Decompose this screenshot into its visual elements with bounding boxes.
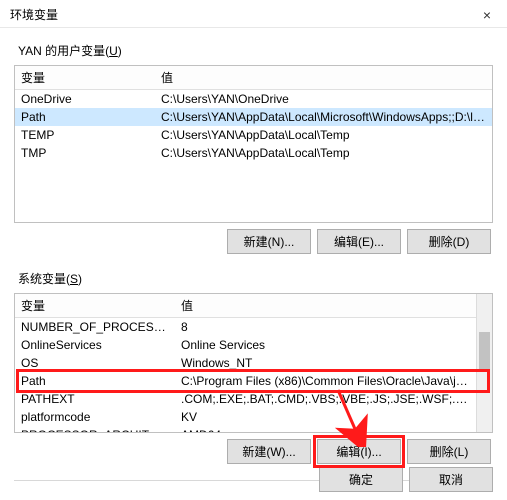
- table-row[interactable]: Path C:\Program Files (x86)\Common Files…: [15, 372, 476, 390]
- table-row[interactable]: OneDrive C:\Users\YAN\OneDrive: [15, 90, 492, 109]
- table-row[interactable]: platformcode KV: [15, 408, 476, 426]
- table-row[interactable]: OnlineServices Online Services: [15, 336, 476, 354]
- window-title: 环境变量: [10, 6, 58, 23]
- system-variables-table-box: 变量 值 NUMBER_OF_PROCESSORS 8 OnlineServic…: [14, 293, 493, 433]
- system-new-button[interactable]: 新建(W)...: [227, 439, 311, 464]
- scrollbar[interactable]: [476, 294, 492, 432]
- close-icon[interactable]: ×: [477, 7, 497, 23]
- table-row[interactable]: PATHEXT .COM;.EXE;.BAT;.CMD;.VBS;.VBE;.J…: [15, 390, 476, 408]
- table-row[interactable]: TMP C:\Users\YAN\AppData\Local\Temp: [15, 144, 492, 162]
- user-variables-group: YAN 的用户变量(U) 变量 值 OneDrive C:\Users\YAN\…: [14, 42, 493, 260]
- system-edit-button[interactable]: 编辑(I)...: [317, 439, 401, 464]
- system-variables-group: 系统变量(S) 变量 值 NUMBE: [14, 270, 493, 470]
- column-header-val[interactable]: 值: [155, 66, 492, 90]
- user-button-row: 新建(N)... 编辑(E)... 删除(D): [14, 223, 493, 260]
- table-row[interactable]: Path C:\Users\YAN\AppData\Local\Microsof…: [15, 108, 492, 126]
- system-delete-button[interactable]: 删除(L): [407, 439, 491, 464]
- titlebar: 环境变量 ×: [0, 0, 507, 28]
- user-edit-button[interactable]: 编辑(E)...: [317, 229, 401, 254]
- column-header-val[interactable]: 值: [175, 294, 476, 318]
- user-delete-button[interactable]: 删除(D): [407, 229, 491, 254]
- user-new-button[interactable]: 新建(N)...: [227, 229, 311, 254]
- dialog-footer-buttons: 确定 取消: [319, 467, 493, 492]
- user-variables-table-box: 变量 值 OneDrive C:\Users\YAN\OneDrive Path…: [14, 65, 493, 223]
- user-variables-table[interactable]: 变量 值 OneDrive C:\Users\YAN\OneDrive Path…: [15, 66, 492, 222]
- table-row[interactable]: NUMBER_OF_PROCESSORS 8: [15, 318, 476, 337]
- table-row[interactable]: PROCESSOR_ARCHITECTURE AMD64: [15, 426, 476, 432]
- dialog-content: YAN 的用户变量(U) 变量 值 OneDrive C:\Users\YAN\…: [0, 28, 507, 499]
- cancel-button[interactable]: 取消: [409, 467, 493, 492]
- scrollbar-thumb[interactable]: [479, 332, 490, 370]
- column-header-var[interactable]: 变量: [15, 294, 175, 318]
- system-group-label: 系统变量(S): [18, 270, 493, 287]
- table-row[interactable]: OS Windows_NT: [15, 354, 476, 372]
- ok-button[interactable]: 确定: [319, 467, 403, 492]
- system-button-row: 新建(W)... 编辑(I)... 删除(L): [14, 433, 493, 470]
- system-variables-table[interactable]: 变量 值 NUMBER_OF_PROCESSORS 8 OnlineServic…: [15, 294, 476, 432]
- table-row[interactable]: TEMP C:\Users\YAN\AppData\Local\Temp: [15, 126, 492, 144]
- column-header-var[interactable]: 变量: [15, 66, 155, 90]
- table-filler: [15, 162, 492, 222]
- user-group-label: YAN 的用户变量(U): [18, 42, 493, 59]
